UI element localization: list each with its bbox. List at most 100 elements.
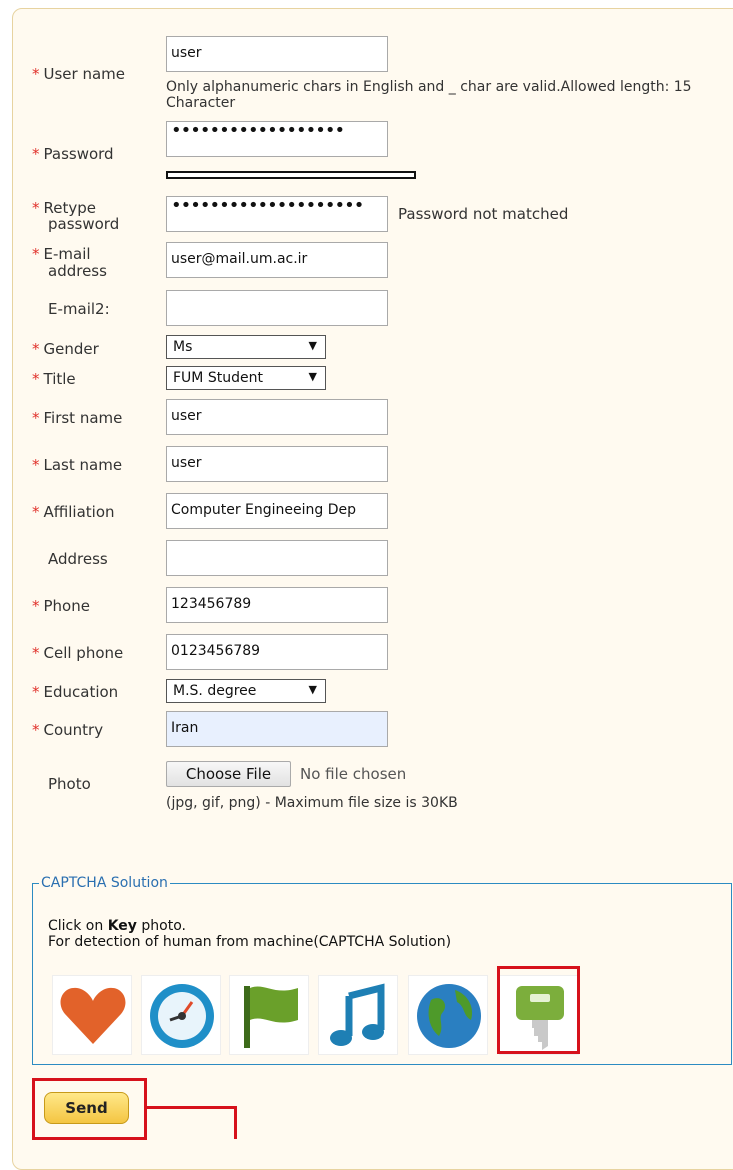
- choose-file-button[interactable]: Choose File: [166, 761, 291, 787]
- captcha-description: For detection of human from machine(CAPT…: [48, 934, 452, 950]
- gender-label: * Gender: [32, 341, 99, 357]
- title-label-text: Title: [43, 370, 76, 388]
- username-label-text: User name: [43, 65, 126, 83]
- cell-phone-input[interactable]: 0123456789: [166, 634, 388, 670]
- captcha-tile-music[interactable]: [318, 975, 398, 1055]
- first-name-label-text: First name: [43, 409, 123, 427]
- email2-input[interactable]: [166, 290, 388, 326]
- gender-label-text: Gender: [43, 340, 99, 358]
- email-label: * E-mail: [32, 246, 91, 262]
- education-label: * Education: [32, 684, 118, 700]
- address-label: Address: [48, 550, 108, 568]
- globe-icon: [417, 984, 481, 1048]
- captcha-tile-globe[interactable]: [408, 975, 488, 1055]
- last-name-label: * Last name: [32, 457, 122, 473]
- gender-value: Ms: [173, 339, 193, 355]
- chevron-down-icon: ▼: [308, 683, 317, 696]
- captcha-legend: CAPTCHA Solution: [41, 875, 168, 891]
- first-name-value: user: [171, 408, 202, 424]
- retype-password-label-2: password: [48, 215, 120, 233]
- annotation-line: [147, 1106, 237, 1109]
- password-label: * Password: [32, 146, 114, 162]
- password-input[interactable]: ••••••••••••••••••: [166, 121, 388, 157]
- phone-label-text: Phone: [43, 597, 90, 615]
- affiliation-input[interactable]: Computer Engineeing Dep: [166, 493, 388, 529]
- email-input[interactable]: user@mail.um.ac.ir: [166, 242, 388, 278]
- clock-icon: [150, 984, 214, 1048]
- photo-hint: (jpg, gif, png) - Maximum file size is 3…: [166, 795, 458, 811]
- address-input[interactable]: [166, 540, 388, 576]
- affiliation-label: * Affiliation: [32, 504, 115, 520]
- captcha-instructions: Click on Key photo. For detection of hum…: [48, 918, 451, 950]
- username-value: user: [171, 45, 202, 61]
- captcha-instruction-prefix: Click on: [48, 918, 108, 934]
- captcha-instruction-key: Key: [107, 918, 137, 934]
- last-name-input[interactable]: user: [166, 446, 388, 482]
- email-value: user@mail.um.ac.ir: [171, 251, 308, 267]
- captcha-selection-highlight: [497, 966, 580, 1054]
- email-label-2: address: [48, 262, 107, 280]
- education-value: M.S. degree: [173, 683, 257, 699]
- password-value: ••••••••••••••••••: [171, 121, 345, 141]
- captcha-instruction-suffix: photo.: [136, 918, 186, 934]
- country-label: * Country: [32, 722, 103, 738]
- required-mark: *: [32, 683, 40, 701]
- phone-input[interactable]: 123456789: [166, 587, 388, 623]
- required-mark: *: [32, 503, 40, 521]
- heart-icon: [60, 987, 126, 1044]
- chevron-down-icon: ▼: [308, 339, 317, 352]
- retype-password-value: ••••••••••••••••••••: [171, 196, 364, 216]
- email-label-line1: E-mail: [43, 245, 91, 263]
- first-name-label: * First name: [32, 410, 122, 426]
- title-label: * Title: [32, 371, 76, 387]
- required-mark: *: [32, 456, 40, 474]
- required-mark: *: [32, 644, 40, 662]
- last-name-label-text: Last name: [43, 456, 123, 474]
- required-mark: *: [32, 721, 40, 739]
- cell-phone-value: 0123456789: [171, 643, 261, 659]
- last-name-value: user: [171, 455, 202, 471]
- affiliation-label-text: Affiliation: [43, 503, 115, 521]
- required-mark: *: [32, 597, 40, 615]
- username-hint: Only alphanumeric chars in English and _…: [166, 79, 692, 111]
- cell-phone-label-text: Cell phone: [43, 644, 124, 662]
- gender-select[interactable]: Ms ▼: [166, 335, 326, 359]
- cell-phone-label: * Cell phone: [32, 645, 123, 661]
- education-select[interactable]: M.S. degree ▼: [166, 679, 326, 703]
- password-mismatch-error: Password not matched: [398, 205, 569, 223]
- phone-label: * Phone: [32, 598, 90, 614]
- username-label: * User name: [32, 66, 125, 82]
- title-select[interactable]: FUM Student ▼: [166, 366, 326, 390]
- captcha-tile-clock[interactable]: [141, 975, 221, 1055]
- required-mark: *: [32, 340, 40, 358]
- file-status: No file chosen: [300, 765, 407, 783]
- first-name-input[interactable]: user: [166, 399, 388, 435]
- music-note-icon: [330, 983, 385, 1046]
- required-mark: *: [32, 370, 40, 388]
- required-mark: *: [32, 199, 40, 217]
- password-label-text: Password: [43, 145, 114, 163]
- password-strength-bar: [166, 171, 416, 179]
- required-mark: *: [32, 65, 40, 83]
- education-label-text: Education: [43, 683, 119, 701]
- email2-label: E-mail2:: [48, 300, 110, 318]
- country-value: Iran: [171, 720, 199, 736]
- captcha-tile-heart[interactable]: [52, 975, 132, 1055]
- retype-password-input[interactable]: ••••••••••••••••••••: [166, 196, 388, 232]
- required-mark: *: [32, 145, 40, 163]
- country-label-text: Country: [43, 721, 104, 739]
- annotation-line: [234, 1106, 237, 1139]
- send-button[interactable]: Send: [44, 1092, 129, 1124]
- retype-password-label: * Retype: [32, 200, 96, 216]
- username-input[interactable]: user: [166, 36, 388, 72]
- phone-value: 123456789: [171, 596, 252, 612]
- title-value: FUM Student: [173, 370, 263, 386]
- photo-label: Photo: [48, 775, 91, 793]
- flag-icon: [244, 986, 298, 1048]
- required-mark: *: [32, 245, 40, 263]
- captcha-tile-flag[interactable]: [229, 975, 309, 1055]
- chevron-down-icon: ▼: [308, 370, 317, 383]
- country-input[interactable]: Iran: [166, 711, 388, 747]
- required-mark: *: [32, 409, 40, 427]
- affiliation-value: Computer Engineeing Dep: [171, 502, 357, 518]
